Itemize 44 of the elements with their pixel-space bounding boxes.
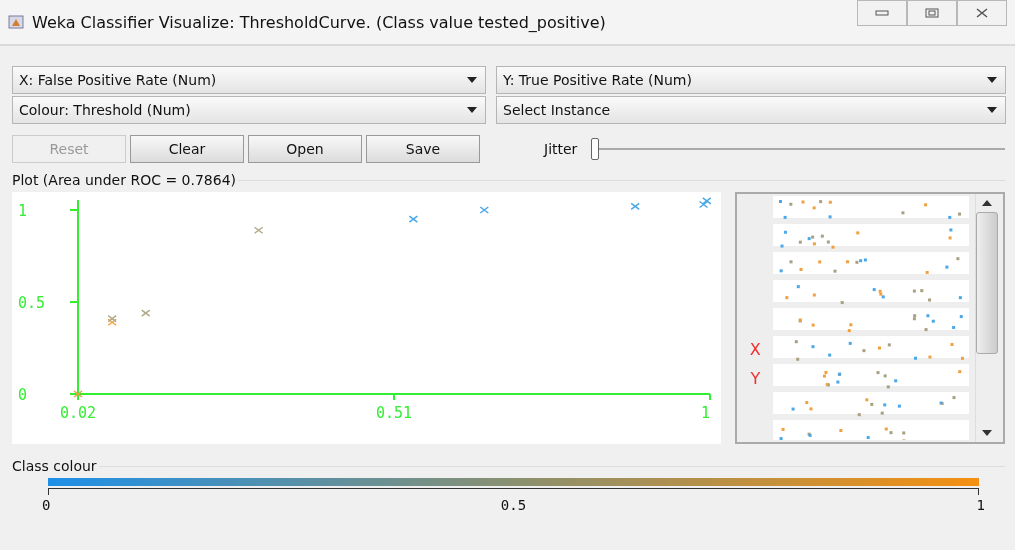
axis-marker: X: [749, 340, 761, 359]
data-point: [479, 206, 490, 214]
button[interactable]: Save: [366, 135, 480, 163]
caret-icon: [467, 77, 477, 83]
maximize-button[interactable]: [907, 0, 957, 26]
scrollbar[interactable]: [975, 194, 999, 442]
close-icon: [975, 8, 989, 18]
scroll-down-icon: [982, 430, 993, 436]
y-tick-label: 0.5: [18, 294, 46, 312]
app-icon: [8, 14, 24, 30]
maximize-icon: [925, 8, 939, 18]
scroll-up-icon: [982, 200, 993, 206]
caret-icon: [987, 77, 997, 83]
x-tick-label: 0.02: [59, 404, 97, 422]
data-point: [408, 215, 419, 223]
data-point: [107, 314, 117, 323]
minimize-button[interactable]: [857, 0, 907, 26]
close-button[interactable]: [957, 0, 1007, 26]
window-title: Weka Classifier Visualize: ThresholdCurve. (Class value tested_positive): [32, 12, 607, 32]
caret-icon: [467, 107, 477, 113]
dropdown[interactable]: Colour: Threshold (Num): [12, 96, 486, 124]
scale-tick-label: 1: [976, 497, 985, 513]
jitter-label: Jitter: [544, 141, 578, 157]
data-point: [698, 200, 709, 209]
dropdown[interactable]: Select Instance: [496, 96, 1006, 124]
data-point: [253, 226, 264, 234]
scale-tick-label: 0: [42, 497, 51, 513]
minimize-icon: [875, 9, 889, 17]
data-point: [140, 309, 151, 317]
data-point: [630, 202, 640, 211]
x-tick-label: 1: [700, 404, 710, 422]
button[interactable]: Clear: [130, 135, 244, 163]
button[interactable]: Open: [248, 135, 362, 163]
caret-icon: [987, 107, 997, 113]
class-colour-title: Class colour: [12, 458, 97, 474]
plot-title: Plot (Area under ROC = 0.7864): [12, 172, 237, 188]
axis-marker: Y: [750, 369, 761, 388]
dropdown[interactable]: X: False Positive Rate (Num): [12, 66, 486, 94]
scale-tick-label: 0.5: [500, 497, 527, 513]
y-tick-label: 0: [18, 386, 28, 404]
x-tick-label: 0.51: [375, 404, 413, 422]
y-tick-label: 1: [18, 202, 28, 220]
data-point: [73, 390, 83, 398]
dropdown[interactable]: Y: True Positive Rate (Num): [496, 66, 1006, 94]
